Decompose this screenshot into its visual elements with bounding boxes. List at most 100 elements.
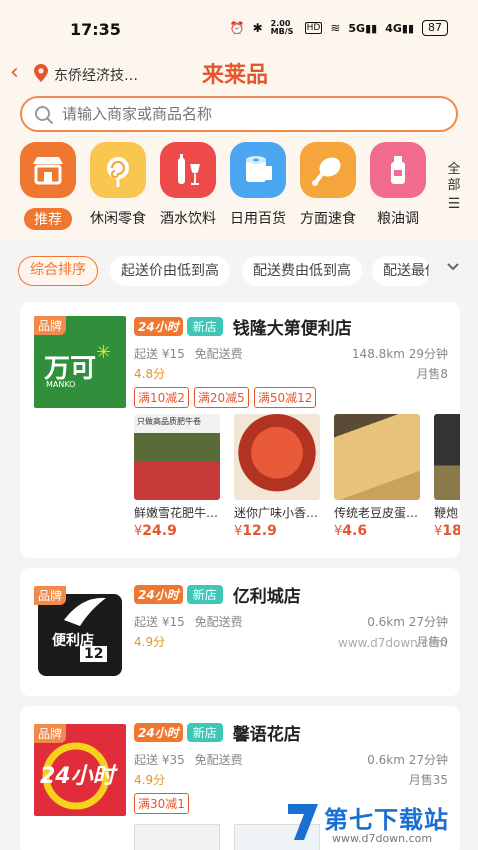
distance-time: 0.6km 27分钟 (367, 753, 448, 767)
badge-24h: 24小时 (134, 723, 183, 742)
category-label: 休闲零食 (90, 211, 146, 227)
filter-chip[interactable]: 综合排序 (18, 256, 98, 286)
category-recommend[interactable]: 推荐 (14, 142, 82, 230)
search-icon (35, 106, 53, 124)
promo-tag: 满50减12 (253, 387, 317, 408)
shop-icon (20, 142, 76, 198)
price-value: 24.9 (142, 523, 177, 539)
delivery-fee: 免配送费 (194, 347, 243, 361)
product-name: 迷你广味小香… (234, 506, 319, 520)
sparkle-icon: ✳ (96, 342, 112, 363)
status-time: 17:35 (70, 20, 121, 39)
rating: 4.9分 (134, 773, 166, 787)
lollipop-icon (90, 142, 146, 198)
product-price: ¥12.9 (234, 523, 320, 539)
nav-bar: ‹ 东侨经济技… 来莱品 (0, 56, 478, 90)
tissue-roll-icon (230, 142, 286, 198)
category-grain-oil[interactable]: 粮油调 (364, 142, 432, 228)
category-label: 日用百货 (230, 211, 286, 227)
product-card[interactable]: 只做高品质肥牛卷 鲜嫩雪花肥牛… ¥24.9 (134, 414, 220, 539)
monthly-sales: 月售35 (408, 773, 448, 787)
product-row: 只做高品质肥牛卷 鲜嫩雪花肥牛… ¥24.9 迷你广味小香… ¥12.9 传统老… (134, 414, 460, 544)
back-icon[interactable]: ‹ (10, 60, 19, 85)
category-daily[interactable]: 日用百货 (224, 142, 292, 228)
promo-tag: 满10减2 (134, 387, 189, 408)
category-label: 酒水饮料 (160, 211, 216, 227)
product-price: ¥18 (434, 523, 460, 539)
category-row: 推荐 休闲零食 酒水饮料 日用百货 方面速食 粮油调 (14, 142, 434, 234)
logo-sub: MANKO (46, 380, 76, 389)
badge-24h: 24小时 (134, 317, 183, 336)
store-name[interactable]: 亿利城店 (233, 582, 301, 607)
product-card[interactable]: 传统老豆皮蛋… ¥4.6 (334, 414, 420, 539)
bottle-icon (370, 142, 426, 198)
store-logo: 品牌 便利店 12 (34, 586, 126, 678)
category-label: 方面速食 (300, 211, 356, 227)
price-value: 4.6 (342, 523, 368, 539)
product-image: 只做高品质肥牛卷 (134, 414, 220, 500)
search-input[interactable] (62, 104, 442, 124)
brand-tag: 品牌 (34, 316, 67, 335)
signal-icon: 5G▮▮ (348, 21, 378, 35)
watermark-url-faint: www.d7down.com (338, 636, 448, 650)
battery-icon: 87 (422, 20, 448, 36)
product-image-caption: 只做高品质肥牛卷 (137, 417, 201, 426)
category-drinks[interactable]: 酒水饮料 (154, 142, 222, 228)
category-snacks[interactable]: 休闲零食 (84, 142, 152, 228)
rating: 4.9分 (134, 635, 166, 649)
store-card[interactable]: 品牌 便利店 12 24小时 新店 亿利城店 起送 ¥15 免配送费 0.6km… (20, 568, 460, 696)
store-name[interactable]: 钱隆大第便利店 (233, 314, 352, 339)
location-pin-icon[interactable] (34, 64, 48, 82)
search-bar[interactable] (20, 96, 458, 132)
status-icons: ⏰ ✱ 2.00 MB/S HD ≋ 5G▮▮ 4G▮▮ 87 (230, 20, 448, 36)
filter-chip[interactable]: 配送最低 (372, 256, 430, 286)
page-title: 来莱品 (202, 63, 269, 88)
distance-time: 0.6km 27分钟 (367, 615, 448, 629)
product-price: ¥24.9 (134, 523, 220, 539)
min-order: 起送 ¥35 (134, 753, 185, 767)
watermark-logo-icon (288, 804, 318, 840)
logo-text: 24小时 (40, 764, 115, 789)
category-label: 粮油调 (377, 211, 419, 227)
filter-bar: 综合排序 起送价由低到高 配送费由低到高 配送最低 (0, 244, 478, 294)
min-order: 起送 ¥15 (134, 347, 185, 361)
store-info: 24小时 新店 钱隆大第便利店 起送 ¥15 免配送费 148.8km 29分钟… (134, 314, 448, 408)
status-bar: 17:35 ⏰ ✱ 2.00 MB/S HD ≋ 5G▮▮ 4G▮▮ 87 (0, 0, 478, 62)
category-label: 推荐 (24, 208, 72, 230)
product-image-partial (134, 824, 220, 850)
price-value: 12.9 (242, 523, 277, 539)
promo-tag: 满30减1 (134, 793, 189, 814)
product-image (334, 414, 420, 500)
store-name[interactable]: 馨语花店 (233, 720, 301, 745)
promo-tag: 满20减5 (193, 387, 249, 408)
store-logo: 品牌 24小时 (34, 724, 126, 816)
category-instant[interactable]: 方面速食 (294, 142, 362, 228)
badge-new: 新店 (186, 723, 223, 742)
product-price: ¥4.6 (334, 523, 420, 539)
signal-icon-2: 4G▮▮ (385, 21, 414, 35)
chevron-down-icon[interactable] (446, 262, 460, 272)
product-image (434, 414, 460, 500)
wine-icon (160, 142, 216, 198)
filter-chip[interactable]: 配送费由低到高 (242, 256, 362, 286)
alarm-icon: ⏰ (229, 21, 245, 35)
badge-24h: 24小时 (134, 585, 183, 604)
monthly-sales: 月售8 (416, 367, 448, 381)
product-image (234, 414, 320, 500)
brand-tag: 品牌 (34, 724, 67, 743)
rating: 4.8分 (134, 367, 166, 381)
badge-new: 新店 (186, 585, 223, 604)
distance-time: 148.8km 29分钟 (351, 347, 448, 361)
product-name: 传统老豆皮蛋… (334, 506, 419, 520)
filter-chip[interactable]: 起送价由低到高 (110, 256, 230, 286)
delivery-fee: 免配送费 (194, 753, 243, 767)
delivery-fee: 免配送费 (194, 615, 243, 629)
product-card[interactable]: 迷你广味小香… ¥12.9 (234, 414, 320, 539)
bluetooth-icon: ✱ (252, 21, 263, 35)
location-text[interactable]: 东侨经济技… (54, 65, 138, 85)
hd-icon: HD (304, 22, 323, 34)
product-card[interactable]: 鞭炮 ¥18 (434, 414, 460, 539)
store-card[interactable]: 品牌 万可 ✳ MANKO 24小时 新店 钱隆大第便利店 起送 ¥15 免配送… (20, 302, 460, 558)
all-categories-button[interactable]: 全部 ☰ (444, 162, 464, 212)
store-logo: 品牌 万可 ✳ MANKO (34, 316, 126, 408)
